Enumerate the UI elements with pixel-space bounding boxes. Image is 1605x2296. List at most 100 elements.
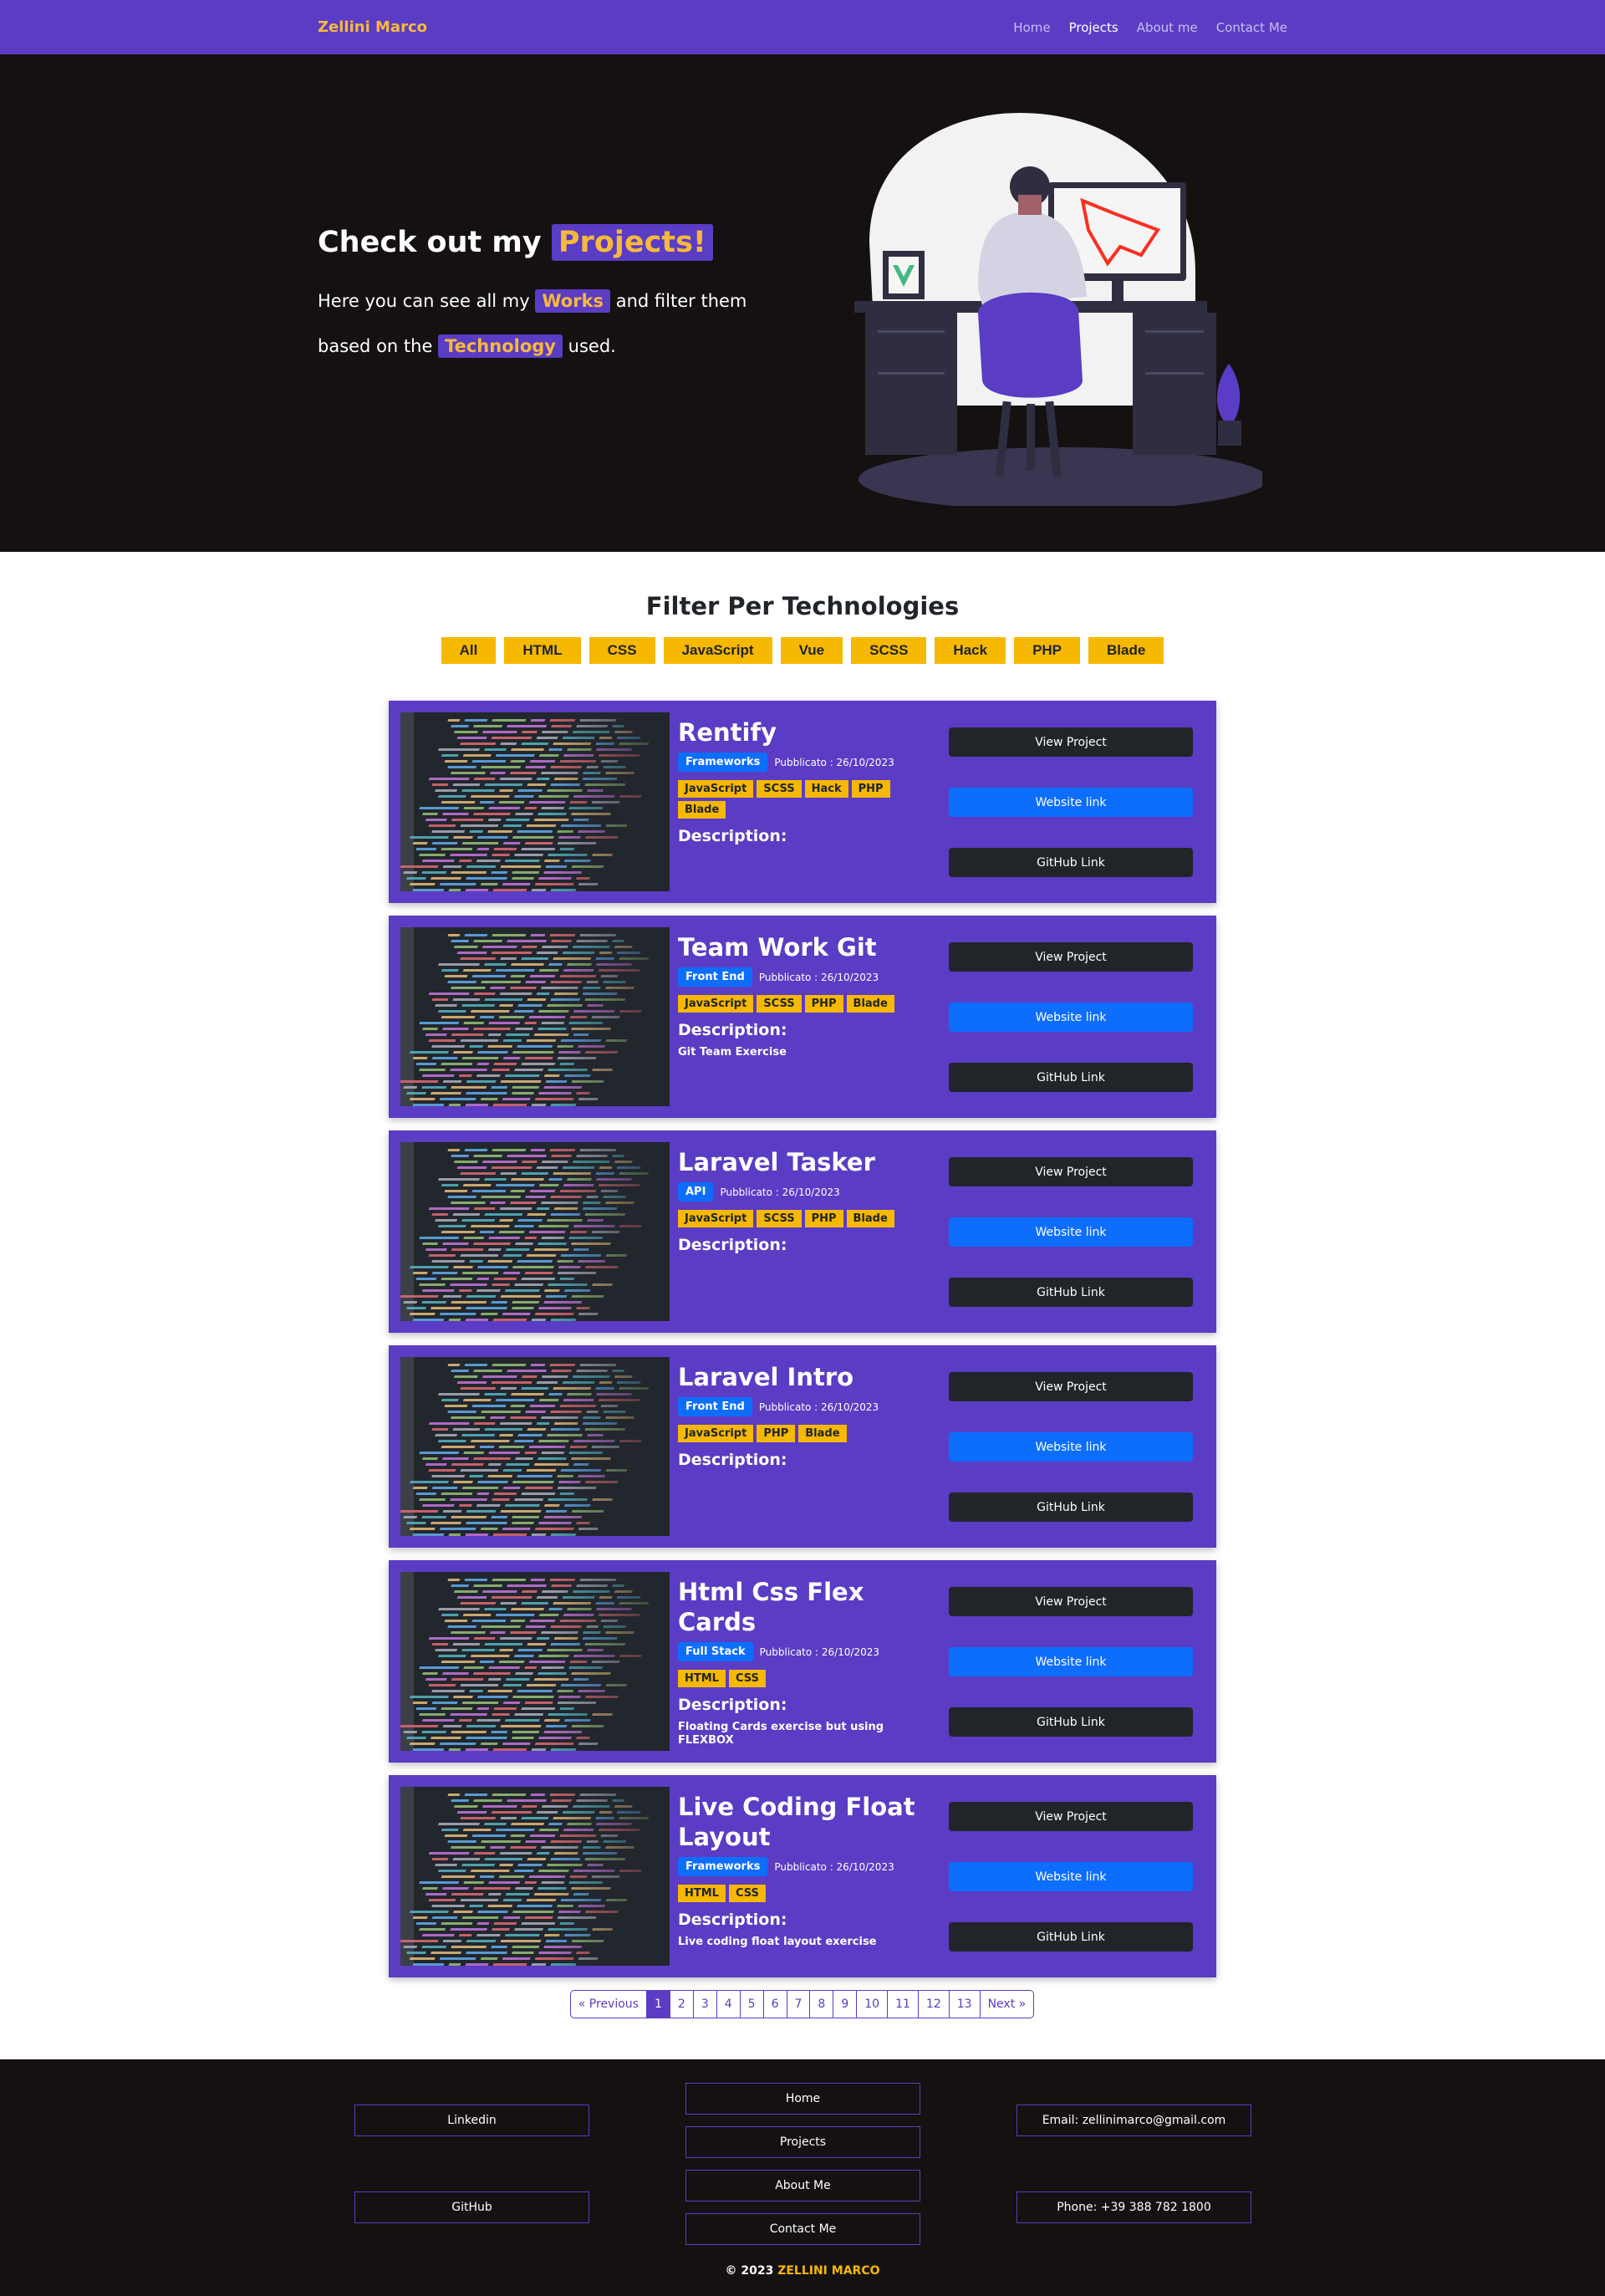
- project-actions: View Project Website link GitHub Link: [949, 727, 1193, 908]
- developer-illustration: [854, 113, 1262, 506]
- view-project-button[interactable]: View Project: [949, 1157, 1193, 1186]
- nav-link-home[interactable]: Home: [1013, 20, 1050, 35]
- website-link-button[interactable]: Website link: [949, 1217, 1193, 1247]
- github-link-button[interactable]: GitHub Link: [949, 1278, 1193, 1307]
- hero-title: Check out my Projects!: [318, 224, 713, 261]
- tech-tags: HTML CSS: [678, 1670, 929, 1687]
- project-card: Laravel Intro Front End Pubblicato : 26/10…: [389, 1345, 1216, 1548]
- brand-logo[interactable]: Zellini Marco: [318, 18, 427, 36]
- pagination-page-12[interactable]: 12: [917, 1990, 950, 2018]
- project-actions: View Project Website link GitHub Link: [949, 1587, 1193, 1768]
- navbar: Zellini Marco Home Projects About me Con…: [0, 0, 1605, 54]
- tech-tag: Blade: [846, 995, 894, 1013]
- project-type-badge: Front End: [678, 967, 752, 987]
- github-link-button[interactable]: GitHub Link: [949, 1492, 1193, 1522]
- pagination-page-7[interactable]: 7: [786, 1990, 811, 2018]
- hero-subtitle-line2: based on the Technology used.: [318, 334, 616, 358]
- tech-tag: PHP: [804, 995, 843, 1013]
- github-link-button[interactable]: GitHub Link: [949, 1922, 1193, 1952]
- view-project-button[interactable]: View Project: [949, 942, 1193, 972]
- description-label: Description:: [678, 827, 787, 845]
- view-project-button[interactable]: View Project: [949, 1802, 1193, 1831]
- nav-link-about[interactable]: About me: [1137, 20, 1198, 35]
- github-link-button[interactable]: GitHub Link: [949, 1063, 1193, 1092]
- footer-phone-link[interactable]: Phone: +39 388 782 1800: [1016, 2191, 1251, 2223]
- github-link-button[interactable]: GitHub Link: [949, 848, 1193, 877]
- pagination-page-8[interactable]: 8: [809, 1990, 834, 2018]
- description-text: Floating Cards exercise but using FLEXBO…: [678, 1721, 884, 1747]
- tech-tag: SCSS: [757, 1210, 802, 1227]
- filter-scss-button[interactable]: SCSS: [851, 637, 927, 664]
- footer-about-link[interactable]: About Me: [685, 2170, 920, 2202]
- tech-tag: Blade: [846, 1210, 894, 1227]
- tech-tag: HTML: [678, 1885, 726, 1902]
- project-card: Rentify Frameworks Pubblicato : 26/10/2023…: [389, 701, 1216, 903]
- copyright-year: © 2023: [725, 2264, 774, 2278]
- hero-section: Check out my Projects! Here you can see …: [0, 54, 1605, 552]
- view-project-button[interactable]: View Project: [949, 727, 1193, 757]
- tech-tag: CSS: [728, 1670, 766, 1687]
- pagination-page-9[interactable]: 9: [833, 1990, 858, 2018]
- filter-css-button[interactable]: CSS: [588, 637, 655, 664]
- pagination: « Previous 1 2 3 4 5 6 7 8 9 10 11 12 13 Next »: [0, 1990, 1605, 2018]
- filter-all-button[interactable]: All: [441, 637, 497, 664]
- tech-tags: JavaScript PHP Blade: [678, 1425, 929, 1442]
- pagination-next[interactable]: Next »: [979, 1990, 1035, 2018]
- tech-tags: JavaScript SCSS PHP Blade: [678, 1210, 929, 1227]
- pagination-page-5[interactable]: 5: [739, 1990, 764, 2018]
- tech-tags: HTML CSS: [678, 1885, 929, 1902]
- view-project-button[interactable]: View Project: [949, 1587, 1193, 1616]
- project-meta: Full Stack Pubblicato : 26/10/2023: [678, 1642, 937, 1661]
- project-meta: API Pubblicato : 26/10/2023: [678, 1182, 937, 1202]
- filter-hack-button[interactable]: Hack: [935, 637, 1006, 664]
- website-link-button[interactable]: Website link: [949, 1647, 1193, 1676]
- project-info: Rentify Frameworks Pubblicato : 26/10/2023…: [678, 717, 937, 845]
- project-title: Team Work Git: [678, 933, 877, 962]
- filter-blade-button[interactable]: Blade: [1088, 637, 1164, 664]
- pagination-page-2[interactable]: 2: [669, 1990, 694, 2018]
- pagination-page-1[interactable]: 1: [645, 1990, 670, 2018]
- filter-vue-button[interactable]: Vue: [780, 637, 843, 664]
- nav-link-projects[interactable]: Projects: [1069, 20, 1118, 35]
- description-label: Description:: [678, 1021, 787, 1039]
- hero-title-highlight: Projects!: [551, 224, 713, 261]
- footer-contact-link[interactable]: Contact Me: [685, 2213, 920, 2245]
- project-thumbnail: [400, 712, 670, 891]
- footer-github-link[interactable]: GitHub: [354, 2191, 589, 2223]
- footer-email-link[interactable]: Email: zellinimarco@gmail.com: [1016, 2105, 1251, 2136]
- website-link-button[interactable]: Website link: [949, 1862, 1193, 1891]
- pagination-page-3[interactable]: 3: [692, 1990, 717, 2018]
- description-label: Description:: [678, 1696, 787, 1714]
- tech-tag: PHP: [757, 1425, 796, 1442]
- project-card: Team Work Git Front End Pubblicato : 26/10…: [389, 916, 1216, 1118]
- pagination-page-10[interactable]: 10: [856, 1990, 889, 2018]
- footer-home-link[interactable]: Home: [685, 2083, 920, 2115]
- pagination-page-13[interactable]: 13: [948, 1990, 981, 2018]
- filter-title: Filter Per Technologies: [645, 592, 960, 620]
- footer-projects-link[interactable]: Projects: [685, 2126, 920, 2158]
- tech-tags: JavaScript SCSS Hack PHP Blade: [678, 780, 929, 819]
- tech-tag: PHP: [851, 780, 890, 798]
- project-published-date: Pubblicato : 26/10/2023: [774, 756, 894, 768]
- website-link-button[interactable]: Website link: [949, 1003, 1193, 1032]
- tech-tag: HTML: [678, 1670, 726, 1687]
- view-project-button[interactable]: View Project: [949, 1372, 1193, 1401]
- project-type-badge: Frameworks: [678, 1857, 768, 1876]
- pagination-previous[interactable]: « Previous: [569, 1990, 647, 2018]
- project-meta: Front End Pubblicato : 26/10/2023: [678, 967, 937, 987]
- tech-tag: JavaScript: [678, 1425, 754, 1442]
- github-link-button[interactable]: GitHub Link: [949, 1707, 1193, 1737]
- website-link-button[interactable]: Website link: [949, 788, 1193, 817]
- filter-php-button[interactable]: PHP: [1014, 637, 1081, 664]
- pagination-page-6[interactable]: 6: [762, 1990, 787, 2018]
- description-label: Description:: [678, 1236, 787, 1254]
- website-link-button[interactable]: Website link: [949, 1432, 1193, 1462]
- filter-html-button[interactable]: HTML: [504, 637, 581, 664]
- pagination-page-11[interactable]: 11: [887, 1990, 919, 2018]
- project-actions: View Project Website link GitHub Link: [949, 942, 1193, 1123]
- nav-link-contact[interactable]: Contact Me: [1216, 20, 1287, 35]
- pagination-page-4[interactable]: 4: [716, 1990, 741, 2018]
- filter-javascript-button[interactable]: JavaScript: [663, 637, 772, 664]
- tech-tag: JavaScript: [678, 995, 754, 1013]
- footer-linkedin-link[interactable]: Linkedin: [354, 2105, 589, 2136]
